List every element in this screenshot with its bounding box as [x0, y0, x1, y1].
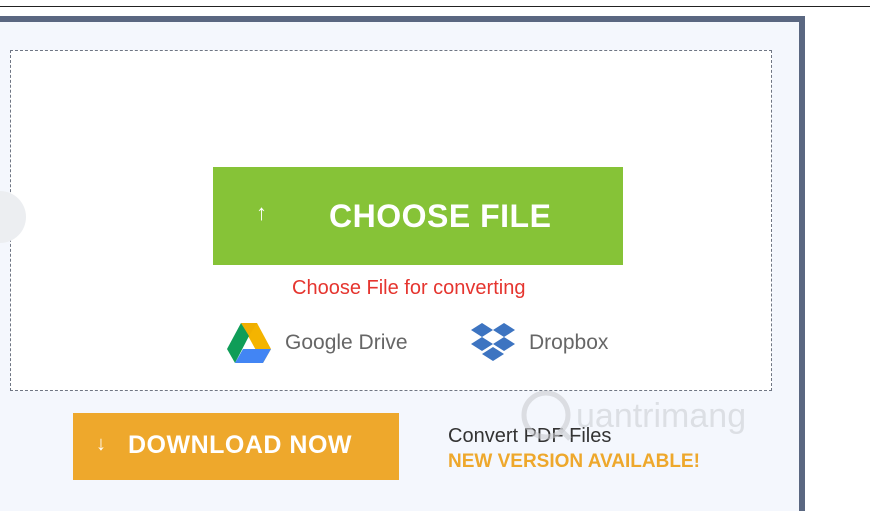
google-drive-icon	[227, 323, 271, 363]
choose-file-hint: Choose File for converting	[292, 277, 526, 299]
upload-arrow-icon: ↑	[256, 200, 267, 225]
choose-file-label: CHOOSE FILE	[329, 198, 552, 234]
promo-subtitle: NEW VERSION AVAILABLE!	[448, 451, 700, 472]
dropbox-icon	[471, 323, 515, 363]
top-divider	[0, 6, 870, 7]
dropbox-label: Dropbox	[529, 331, 609, 354]
choose-file-button[interactable]: ↑ CHOOSE FILE	[213, 167, 623, 265]
watermark-logo: uantrimang	[512, 385, 832, 445]
carousel-control[interactable]	[0, 191, 26, 243]
google-drive-label: Google Drive	[285, 331, 408, 354]
google-drive-button[interactable]: Google Drive	[227, 323, 408, 363]
dropbox-button[interactable]: Dropbox	[471, 323, 608, 363]
download-arrow-icon: ↓	[96, 433, 106, 455]
download-now-label: DOWNLOAD NOW	[128, 431, 353, 459]
file-drop-zone[interactable]: ↑ CHOOSE FILE Choose File for converting…	[0, 50, 772, 391]
svg-text:uantrimang: uantrimang	[576, 397, 746, 435]
download-now-button[interactable]: ↓ DOWNLOAD NOW	[73, 413, 399, 480]
